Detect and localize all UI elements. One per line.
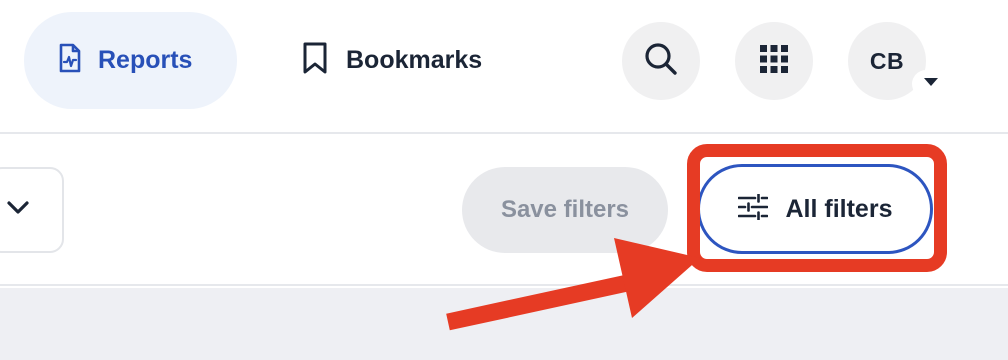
report-document-icon (58, 43, 82, 78)
caret-down-icon (922, 75, 940, 93)
nav-tab-bookmarks-label: Bookmarks (346, 46, 483, 74)
nav-tab-reports[interactable]: Reports (24, 12, 237, 109)
avatar-initials: CB (869, 47, 905, 74)
save-filters-button[interactable]: Save filters (462, 167, 668, 253)
save-filters-label: Save filters (500, 196, 630, 223)
search-button[interactable] (622, 22, 700, 100)
search-icon (644, 42, 678, 81)
nav-tab-bookmarks[interactable]: Bookmarks (280, 12, 502, 109)
filter-dropdown[interactable] (0, 167, 64, 253)
content-area (0, 288, 1008, 360)
all-filters-button[interactable]: All filters (697, 164, 933, 254)
account-menu-toggle[interactable] (912, 70, 950, 98)
all-filters-label: All filters (785, 194, 893, 223)
grid-icon (759, 44, 789, 79)
apps-menu-button[interactable] (735, 22, 813, 100)
bookmark-icon (302, 42, 328, 79)
filter-toolbar: Save filters All filters (0, 136, 1008, 286)
sliders-icon (737, 192, 768, 225)
top-navigation-bar: Reports Bookmarks CB (0, 0, 1008, 134)
chevron-down-icon (6, 200, 30, 221)
nav-tab-reports-label: Reports (98, 46, 193, 74)
